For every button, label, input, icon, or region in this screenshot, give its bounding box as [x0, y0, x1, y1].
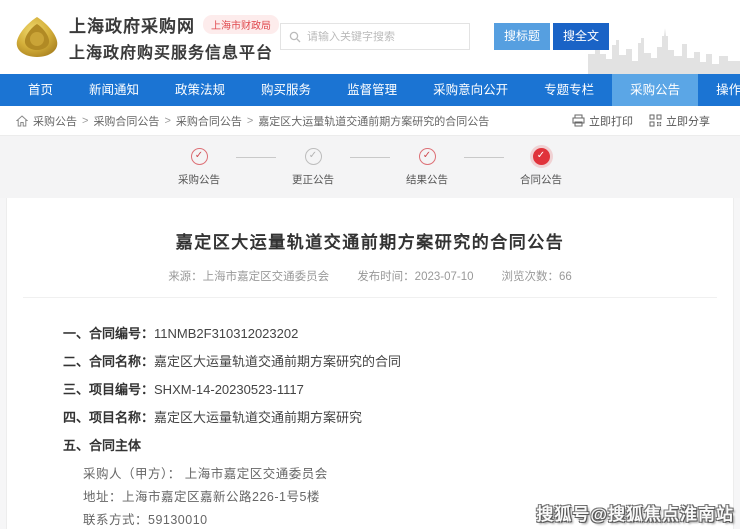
check-circle-icon: ✓ — [304, 147, 322, 165]
meta-view-count: 浏览次数：66 — [501, 271, 572, 283]
step-label: 合同公告 — [520, 173, 562, 186]
article-meta: 来源：上海市嘉定区交通委员会 发布时间：2023-07-10 浏览次数：66 — [7, 268, 733, 284]
site-name: 上海政府采购网 — [69, 16, 195, 36]
crumb-separator: > — [164, 114, 171, 127]
step-connector — [236, 156, 276, 158]
field-value: SHXM-14-20230523-1117 — [154, 382, 304, 397]
nav-item-home[interactable]: 首页 — [10, 74, 71, 106]
site-logo — [16, 17, 58, 57]
nav-item-instructions[interactable]: 操作须知 — [698, 74, 740, 106]
nav-item-supervision[interactable]: 监督管理 — [329, 74, 415, 106]
search-box[interactable] — [280, 23, 470, 50]
city-skyline-graphic — [588, 28, 740, 74]
step-correction-announcement[interactable]: ✓ 更正公告 — [276, 147, 350, 187]
nav-item-news[interactable]: 新闻通知 — [71, 74, 157, 106]
meta-source: 来源：上海市嘉定区交通委员会 — [168, 271, 330, 283]
crumb-separator: > — [246, 114, 254, 127]
search-title-button[interactable]: 搜标题 — [494, 23, 551, 50]
field-value: 11NMB2F310312023202 — [154, 326, 299, 341]
field-label: 二、合同名称： — [63, 354, 155, 369]
step-result-announcement[interactable]: ✓ 结果公告 — [390, 147, 464, 187]
field-contract-name: 二、合同名称：嘉定区大运量轨道交通前期方案研究的合同 — [63, 354, 733, 370]
check-circle-icon: ✓ — [532, 147, 550, 165]
page-header: 上海政府采购网 上海市财政局 上海政府购买服务信息平台 搜标题 搜全文 — [0, 0, 740, 74]
nav-item-special[interactable]: 专题专栏 — [526, 74, 612, 106]
step-label: 采购公告 — [178, 173, 220, 186]
print-label: 立即打印 — [589, 115, 633, 128]
home-icon[interactable] — [16, 114, 28, 127]
field-label: 四、项目名称： — [63, 410, 155, 425]
contract-fields: 一、合同编号：11NMB2F310312023202 二、合同名称：嘉定区大运量… — [63, 326, 733, 454]
finance-bureau-badge: 上海市财政局 — [203, 14, 279, 34]
crumb-announcements[interactable]: 采购公告 — [33, 113, 77, 129]
divider — [23, 297, 717, 298]
page-title: 嘉定区大运量轨道交通前期方案研究的合同公告 — [175, 233, 565, 252]
check-circle-icon: ✓ — [190, 147, 208, 165]
crumb-contract-list[interactable]: 采购合同公告 — [93, 113, 159, 129]
printer-icon — [572, 114, 585, 127]
field-project-name: 四、项目名称：嘉定区大运量轨道交通前期方案研究 — [63, 410, 733, 426]
field-value: 嘉定区大运量轨道交通前期方案研究 — [154, 410, 363, 425]
step-contract-announcement[interactable]: ✓ 合同公告 — [504, 147, 578, 187]
sohu-watermark: 搜狐号@搜狐焦点淮南站 — [536, 505, 734, 524]
crumb-separator: > — [82, 114, 89, 127]
crumb-contract-list-2[interactable]: 采购合同公告 — [176, 113, 242, 129]
field-contract-parties: 五、合同主体 — [63, 438, 733, 454]
nav-item-intention[interactable]: 采购意向公开 — [415, 74, 526, 106]
field-label: 一、合同编号： — [63, 326, 155, 341]
share-label: 立即分享 — [666, 115, 710, 128]
qrcode-share-icon — [649, 114, 662, 127]
detail-purchaser: 采购人（甲方）： 上海市嘉定区交通委员会 — [83, 467, 328, 481]
main-nav: 首页 新闻通知 政策法规 购买服务 监督管理 采购意向公开 专题专栏 采购公告 … — [0, 74, 740, 106]
search-input[interactable] — [307, 30, 461, 43]
meta-publish-date: 发布时间：2023-07-10 — [357, 271, 474, 283]
announcement-stepper: ✓ 采购公告 ✓ 更正公告 ✓ 结果公告 ✓ 合同公告 — [162, 147, 578, 187]
step-connector — [464, 156, 504, 158]
print-button[interactable]: 立即打印 — [572, 113, 633, 129]
field-label: 三、项目编号： — [63, 382, 155, 397]
check-circle-icon: ✓ — [418, 147, 436, 165]
step-label: 结果公告 — [406, 173, 448, 186]
step-connector — [350, 156, 390, 158]
field-contract-number: 一、合同编号：11NMB2F310312023202 — [63, 326, 733, 342]
search-icon — [289, 31, 301, 42]
header-search: 搜标题 搜全文 — [280, 23, 610, 50]
site-title-block: 上海政府采购网 上海市财政局 上海政府购买服务信息平台 — [69, 12, 279, 63]
field-project-number: 三、项目编号：SHXM-14-20230523-1117 — [63, 382, 733, 398]
nav-item-announcements[interactable]: 采购公告 — [612, 74, 699, 106]
field-value: 嘉定区大运量轨道交通前期方案研究的合同 — [154, 354, 402, 369]
step-purchase-announcement[interactable]: ✓ 采购公告 — [162, 147, 236, 187]
nav-item-policy[interactable]: 政策法规 — [157, 74, 243, 106]
article-card: 嘉定区大运量轨道交通前期方案研究的合同公告 来源：上海市嘉定区交通委员会 发布时… — [6, 198, 734, 529]
stepper-band: ✓ 采购公告 ✓ 更正公告 ✓ 结果公告 ✓ 合同公告 — [0, 136, 740, 198]
search-fulltext-button[interactable]: 搜全文 — [553, 23, 610, 50]
breadcrumb: 采购公告 > 采购合同公告 > 采购合同公告 > 嘉定区大运量轨道交通前期方案研… — [0, 106, 740, 136]
share-button[interactable]: 立即分享 — [649, 113, 710, 129]
crumb-current-page: 嘉定区大运量轨道交通前期方案研究的合同公告 — [258, 115, 490, 128]
field-label: 五、合同主体 — [63, 438, 142, 453]
site-subtitle: 上海政府购买服务信息平台 — [69, 44, 274, 62]
nav-item-purchase-service[interactable]: 购买服务 — [243, 74, 329, 106]
step-label: 更正公告 — [292, 173, 334, 186]
